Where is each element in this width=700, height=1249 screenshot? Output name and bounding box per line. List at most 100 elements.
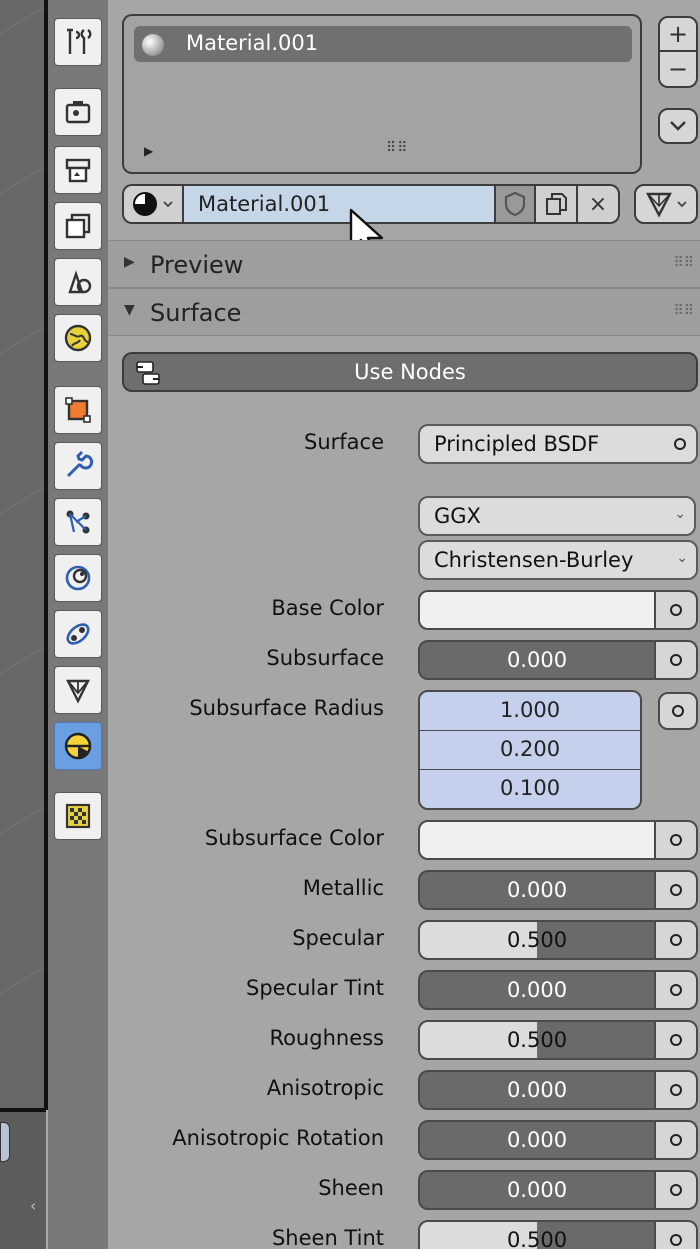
modifier-icon xyxy=(66,450,94,478)
metallic-field[interactable]: 0.000 xyxy=(418,870,656,910)
texture-icon xyxy=(65,803,91,829)
distribution-dropdown[interactable]: GGX ⌄ xyxy=(418,496,696,536)
anisotropic-rotation-field[interactable]: 0.000 xyxy=(418,1120,656,1160)
chevron-down-icon: ⌄ xyxy=(676,550,688,566)
material-slot-list[interactable]: Material.001 ▶ ⠿⠿ xyxy=(122,14,642,174)
tab-material[interactable] xyxy=(54,722,102,770)
base-color-field[interactable] xyxy=(418,590,656,630)
tab-object-data[interactable] xyxy=(54,666,102,714)
sheen-tint-value: 0.500 xyxy=(506,1228,568,1249)
roughness-socket-button[interactable] xyxy=(656,1020,698,1060)
specular-value: 0.500 xyxy=(506,928,568,952)
surface-shader-dropdown[interactable]: Principled BSDF xyxy=(418,424,698,464)
remove-slot-button[interactable]: − xyxy=(658,52,698,88)
base-color-label: Base Color xyxy=(271,596,384,620)
3d-viewport[interactable]: ‹ xyxy=(0,0,46,1249)
shield-icon xyxy=(504,191,526,217)
tools-icon xyxy=(67,28,92,54)
collapsed-triangle-icon: ▶ xyxy=(124,254,135,270)
sheen-label: Sheen xyxy=(318,1176,384,1200)
specular-tint-socket-button[interactable] xyxy=(656,970,698,1010)
subsurface-radius-component[interactable]: 1.000 xyxy=(420,692,640,731)
tab-object[interactable] xyxy=(54,386,102,434)
render-icon xyxy=(65,101,91,124)
anisotropic-socket-button[interactable] xyxy=(656,1070,698,1110)
tab-constraints[interactable] xyxy=(54,610,102,658)
material-name-field[interactable]: Material.001 xyxy=(184,184,496,224)
anisotropic-label: Anisotropic xyxy=(266,1076,384,1100)
duplicate-icon xyxy=(546,193,567,215)
expand-triangle-icon[interactable]: ▶ xyxy=(144,144,153,158)
tab-output[interactable] xyxy=(54,146,102,194)
anisotropic-rotation-socket-button[interactable] xyxy=(656,1120,698,1160)
sheen-value: 0.000 xyxy=(506,1178,568,1202)
add-slot-button[interactable]: + xyxy=(658,16,698,52)
new-material-button[interactable] xyxy=(536,184,578,224)
socket-icon xyxy=(670,1184,682,1196)
grid-line xyxy=(0,0,46,41)
subsurface-radius-component[interactable]: 0.100 xyxy=(420,770,640,808)
subsurface-socket-button[interactable] xyxy=(656,640,698,680)
tab-modifier[interactable] xyxy=(54,442,102,490)
pin-id-button[interactable] xyxy=(634,184,698,224)
material-sphere-icon xyxy=(133,192,157,216)
material-slot-item[interactable]: Material.001 xyxy=(134,26,632,62)
drag-grip-icon[interactable]: ⠿⠿ xyxy=(673,255,694,271)
unlink-material-button[interactable]: × xyxy=(578,184,620,224)
subsurface-color-socket-button[interactable] xyxy=(656,820,698,860)
browse-material-button[interactable] xyxy=(122,184,184,224)
chevron-down-icon xyxy=(677,201,687,208)
subsurface-method-dropdown[interactable]: Christensen-Burley ⌄ xyxy=(418,540,698,580)
resize-grip-icon[interactable]: ⠿⠿ xyxy=(386,140,409,156)
tab-scene[interactable] xyxy=(54,258,102,306)
socket-icon xyxy=(670,604,682,616)
slot-specials-button[interactable] xyxy=(658,108,698,144)
tab-world[interactable] xyxy=(54,314,102,362)
sheen-tint-field[interactable]: 0.500 xyxy=(418,1220,656,1249)
sheen-tint-socket-button[interactable] xyxy=(656,1220,698,1249)
material-preview-icon xyxy=(142,34,164,56)
specular-socket-button[interactable] xyxy=(656,920,698,960)
grid-line xyxy=(0,952,46,1001)
subsurface-color-field[interactable] xyxy=(418,820,656,860)
subsurface-radius-component[interactable]: 0.200 xyxy=(420,731,640,770)
tab-particles[interactable] xyxy=(54,498,102,546)
grid-line xyxy=(0,152,46,201)
properties-editor: Material.001 ▶ ⠿⠿ + − Material.001 × ▶ P… xyxy=(108,0,700,1249)
sheen-socket-button[interactable] xyxy=(656,1170,698,1210)
subsurface-color-label: Subsurface Color xyxy=(204,826,384,850)
tab-physics[interactable] xyxy=(54,554,102,602)
sheen-field[interactable]: 0.000 xyxy=(418,1170,656,1210)
anisotropic-field[interactable]: 0.000 xyxy=(418,1070,656,1110)
socket-icon xyxy=(670,834,682,846)
tab-tools[interactable] xyxy=(54,18,102,66)
specular-tint-value: 0.000 xyxy=(506,978,568,1002)
surface-label: Surface xyxy=(303,430,384,454)
constraints-icon xyxy=(66,623,90,645)
fake-user-button[interactable] xyxy=(496,184,536,224)
metallic-socket-button[interactable] xyxy=(656,870,698,910)
view-layer-icon xyxy=(65,213,91,239)
mini-button[interactable] xyxy=(0,1122,10,1162)
base-color-socket-button[interactable] xyxy=(656,590,698,630)
metallic-label: Metallic xyxy=(302,876,384,900)
specular-field[interactable]: 0.500 xyxy=(418,920,656,960)
mesh-data-icon xyxy=(646,192,672,218)
collapse-arrow-icon[interactable]: ‹ xyxy=(30,1196,36,1215)
roughness-field[interactable]: 0.500 xyxy=(418,1020,656,1060)
tab-texture[interactable] xyxy=(54,792,102,840)
specular-tint-field[interactable]: 0.000 xyxy=(418,970,656,1010)
tab-render[interactable] xyxy=(54,88,102,136)
preview-panel-header[interactable]: ▶ Preview ⠿⠿ xyxy=(108,240,700,288)
timeline-area[interactable]: ‹ xyxy=(0,1108,46,1249)
subsurface-field[interactable]: 0.000 xyxy=(418,640,656,680)
tab-view-layer[interactable] xyxy=(54,202,102,250)
subsurface-radius-socket-button[interactable] xyxy=(658,692,698,730)
grid-line xyxy=(0,312,46,361)
drag-grip-icon[interactable]: ⠿⠿ xyxy=(673,303,694,319)
use-nodes-button[interactable]: Use Nodes xyxy=(122,352,698,392)
subsurface-value: 0.000 xyxy=(506,648,568,672)
subsurface-radius-field[interactable]: 1.000 0.200 0.100 xyxy=(418,690,642,810)
surface-panel-header[interactable]: ▼ Surface ⠿⠿ xyxy=(108,288,700,336)
subsurface-label: Subsurface xyxy=(266,646,384,670)
